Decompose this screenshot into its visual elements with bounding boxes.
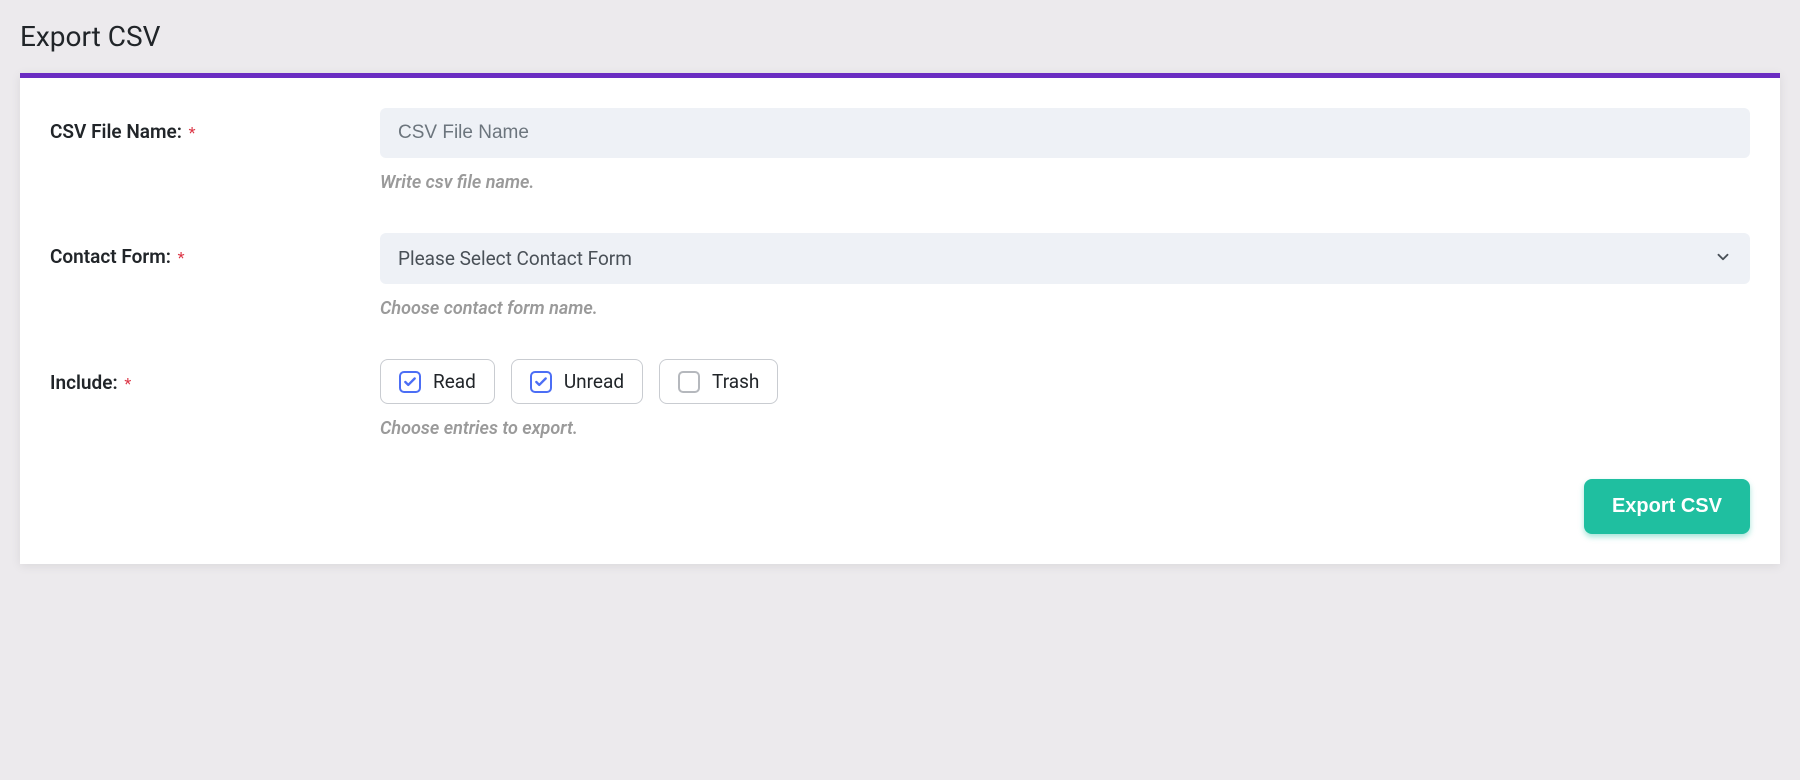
csv-file-name-helper: Write csv file name. xyxy=(380,172,1750,193)
include-row: Include: * Read Unread T xyxy=(50,359,1750,439)
checkbox-icon xyxy=(678,371,700,393)
include-label-col: Include: * xyxy=(50,359,380,394)
button-row: Export CSV xyxy=(50,479,1750,534)
required-asterisk: * xyxy=(178,248,185,267)
include-trash-label: Trash xyxy=(712,370,759,393)
csv-file-name-label-col: CSV File Name: * xyxy=(50,108,380,143)
include-unread-checkbox[interactable]: Unread xyxy=(511,359,643,404)
checkbox-icon xyxy=(530,371,552,393)
csv-file-name-row: CSV File Name: * Write csv file name. xyxy=(50,108,1750,193)
include-read-label: Read xyxy=(433,370,476,393)
include-control-col: Read Unread Trash Choose entries to expo… xyxy=(380,359,1750,439)
include-helper: Choose entries to export. xyxy=(380,418,1750,439)
export-card: CSV File Name: * Write csv file name. Co… xyxy=(20,73,1780,564)
export-csv-button[interactable]: Export CSV xyxy=(1584,479,1750,534)
contact-form-label-col: Contact Form: * xyxy=(50,233,380,268)
required-asterisk: * xyxy=(124,374,131,393)
csv-file-name-control-col: Write csv file name. xyxy=(380,108,1750,193)
include-label: Include: xyxy=(50,371,122,394)
contact-form-control-col: Please Select Contact Form Choose contac… xyxy=(380,233,1750,319)
page-title: Export CSV xyxy=(20,20,1780,53)
include-read-checkbox[interactable]: Read xyxy=(380,359,495,404)
csv-file-name-input[interactable] xyxy=(380,108,1750,158)
checkbox-icon xyxy=(399,371,421,393)
include-unread-label: Unread xyxy=(564,370,624,393)
contact-form-helper: Choose contact form name. xyxy=(380,298,1750,319)
include-trash-checkbox[interactable]: Trash xyxy=(659,359,778,404)
contact-form-label: Contact Form: xyxy=(50,245,176,268)
csv-file-name-label: CSV File Name: xyxy=(50,120,187,143)
contact-form-select[interactable]: Please Select Contact Form xyxy=(380,233,1750,284)
include-checkbox-group: Read Unread Trash xyxy=(380,359,1750,404)
contact-form-row: Contact Form: * Please Select Contact Fo… xyxy=(50,233,1750,319)
required-asterisk: * xyxy=(189,123,196,142)
contact-form-select-wrapper[interactable]: Please Select Contact Form xyxy=(380,233,1750,284)
